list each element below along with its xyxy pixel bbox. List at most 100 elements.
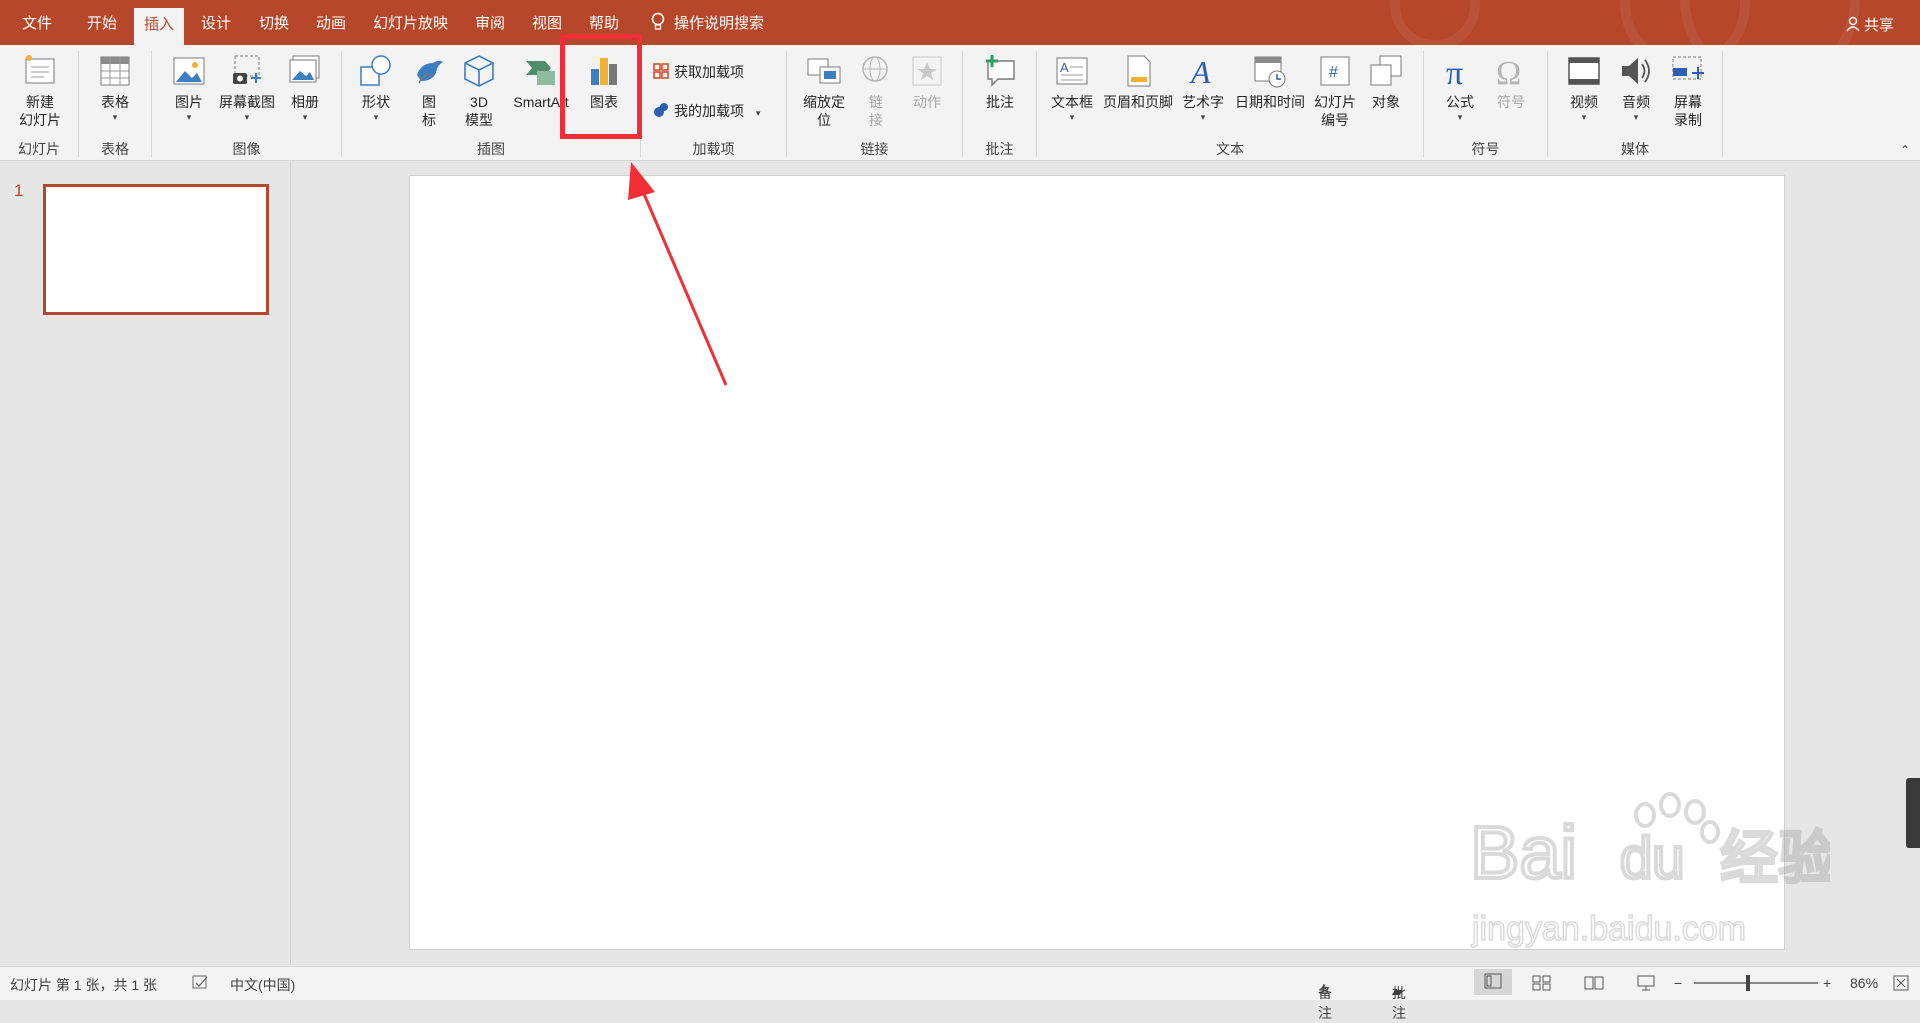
picture-icon xyxy=(173,57,205,85)
video-button[interactable]: 视频 ▾ xyxy=(1558,53,1610,123)
textbox-label: 文本框 xyxy=(1051,94,1093,110)
shapes-button[interactable]: 形状 ▾ xyxy=(350,53,402,123)
object-button[interactable]: 对象 xyxy=(1362,53,1410,111)
zoom-label: 缩放定 位 xyxy=(803,94,845,128)
tell-me-search[interactable]: 操作说明搜索 xyxy=(650,0,764,45)
chevron-down-icon: ▾ xyxy=(1457,112,1463,122)
new-slide-button[interactable]: 新建 幻灯片 xyxy=(10,53,70,129)
zoom-level[interactable]: 86% xyxy=(1850,975,1878,991)
3d-models-button[interactable]: 3D 模型 xyxy=(456,53,502,129)
screen-recording-label: 屏幕 录制 xyxy=(1674,94,1702,128)
photo-album-button[interactable]: 相册 ▾ xyxy=(283,53,327,123)
get-addins-button[interactable]: 获取加载项 xyxy=(652,62,772,81)
slide-thumbnail-pane: 1 xyxy=(0,161,291,964)
shapes-label: 形状 xyxy=(362,94,390,110)
screen-recording-button[interactable]: 屏幕 录制 xyxy=(1664,53,1712,129)
slide-thumbnail[interactable] xyxy=(43,184,269,315)
wordart-button[interactable]: A 艺术字 ▾ xyxy=(1178,53,1228,123)
chevron-down-icon: ▾ xyxy=(373,112,379,122)
equation-button[interactable]: π 公式 ▾ xyxy=(1434,53,1486,123)
slideshow-button[interactable] xyxy=(1636,975,1656,994)
icons-button[interactable]: 图 标 xyxy=(409,53,449,129)
comments-label: 批注 xyxy=(1392,985,1406,1021)
slide-sorter-icon xyxy=(1532,975,1551,991)
header-footer-label: 页眉和页脚 xyxy=(1103,94,1173,110)
globe-link-icon xyxy=(862,56,888,82)
pictures-button[interactable]: 图片 ▾ xyxy=(164,53,214,123)
zoom-in-button[interactable]: + xyxy=(1823,975,1831,991)
tab-design[interactable]: 设计 xyxy=(201,0,231,45)
slideshow-icon xyxy=(1637,975,1655,991)
baidu-watermark: Bai du 经验 jingyan.baidu.com xyxy=(1468,790,1838,950)
chevron-down-icon: ▾ xyxy=(1581,112,1587,122)
chart-highlight-box xyxy=(560,34,642,139)
pi-icon: π xyxy=(1446,55,1463,92)
date-time-button[interactable]: 日期和时间 xyxy=(1230,53,1310,111)
comment-button[interactable]: 批注 xyxy=(974,53,1026,111)
zoom-slider[interactable] xyxy=(1694,975,1818,991)
photo-album-label: 相册 xyxy=(291,94,319,110)
screen-recording-icon xyxy=(1672,56,1704,80)
addins-icon xyxy=(654,103,668,117)
slide-sorter-button[interactable] xyxy=(1532,975,1552,994)
tab-transitions[interactable]: 切换 xyxy=(259,0,289,45)
tab-view[interactable]: 视图 xyxy=(532,0,562,45)
svg-text:#: # xyxy=(1329,64,1338,81)
smartart-icon xyxy=(526,61,555,85)
normal-view-button[interactable] xyxy=(1474,969,1512,995)
audio-button[interactable]: 音频 ▾ xyxy=(1610,53,1662,123)
tab-home[interactable]: 开始 xyxy=(87,0,117,45)
group-label-tables: 表格 xyxy=(101,141,129,157)
symbol-button[interactable]: Ω 符号 xyxy=(1488,53,1534,111)
tab-file[interactable]: 文件 xyxy=(22,0,52,45)
background-decoration xyxy=(1390,0,1480,45)
action-button[interactable]: 动作 xyxy=(904,53,950,111)
header-footer-button[interactable]: 页眉和页脚 xyxy=(1098,53,1178,111)
table-icon xyxy=(100,56,130,86)
slide-count-status: 幻灯片 第 1 张，共 1 张 xyxy=(10,977,158,993)
photo-album-icon xyxy=(289,55,320,83)
my-addins-button[interactable]: 我的加载项 ▾ xyxy=(652,101,780,120)
zoom-out-button[interactable]: − xyxy=(1674,975,1682,991)
spelling-check-icon[interactable] xyxy=(192,975,210,994)
language-status[interactable]: 中文(中国) xyxy=(230,975,295,995)
reading-view-button[interactable] xyxy=(1584,975,1604,994)
tab-animations[interactable]: 动画 xyxy=(316,0,346,45)
tab-review[interactable]: 审阅 xyxy=(475,0,505,45)
zoom-slider-thumb[interactable] xyxy=(1746,975,1750,991)
star-icon xyxy=(912,56,942,86)
table-button[interactable]: 表格 ▾ xyxy=(90,53,140,123)
group-label-text: 文本 xyxy=(1216,141,1244,157)
chevron-down-icon: ▾ xyxy=(1200,112,1206,122)
date-time-label: 日期和时间 xyxy=(1235,94,1305,110)
svg-text:Bai: Bai xyxy=(1470,811,1577,894)
textbox-button[interactable]: A 文本框 ▾ xyxy=(1046,53,1098,123)
title-tab-bar: 文件 开始 插入 设计 切换 动画 幻灯片放映 审阅 视图 帮助 操作说明搜索 … xyxy=(0,0,1920,45)
new-slide-icon xyxy=(25,55,55,84)
tab-slideshow[interactable]: 幻灯片放映 xyxy=(373,0,448,45)
link-button[interactable]: 链 接 xyxy=(856,53,896,129)
share-label: 共享 xyxy=(1863,17,1894,34)
share-button[interactable]: 共享 xyxy=(1845,14,1894,35)
group-label-images: 图像 xyxy=(232,141,261,157)
side-handle[interactable] xyxy=(1906,778,1920,848)
wordart-label: 艺术字 xyxy=(1182,94,1224,110)
red-arrow-annotation xyxy=(628,162,728,386)
svg-text:π: π xyxy=(1446,55,1463,89)
3d-models-label: 3D 模型 xyxy=(465,94,493,128)
screenshot-button[interactable]: 屏幕截图 ▾ xyxy=(212,53,282,123)
action-label: 动作 xyxy=(913,94,941,110)
fit-to-window-button[interactable] xyxy=(1893,975,1909,994)
chevron-down-icon: ▾ xyxy=(1069,112,1075,122)
collapse-ribbon-icon[interactable]: ⌃ xyxy=(1900,143,1910,157)
zoom-button[interactable]: 缩放定 位 xyxy=(796,53,852,129)
screenshot-icon xyxy=(233,55,261,84)
equation-label: 公式 xyxy=(1446,94,1474,110)
tab-insert[interactable]: 插入 xyxy=(134,8,185,45)
lightbulb-icon xyxy=(651,12,665,30)
person-icon xyxy=(1846,16,1860,32)
slide-number-button[interactable]: # 幻灯片 编号 xyxy=(1310,53,1360,129)
icons-label: 图 标 xyxy=(422,94,436,128)
background-decoration xyxy=(1680,0,1860,45)
chevron-down-icon: ▾ xyxy=(1633,112,1639,122)
